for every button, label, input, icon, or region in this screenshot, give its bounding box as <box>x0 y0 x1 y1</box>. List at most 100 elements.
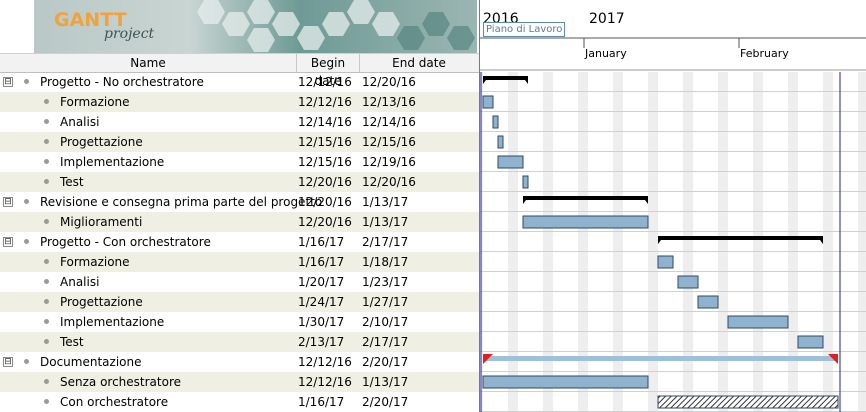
summary-bar <box>523 196 648 200</box>
task-name[interactable]: Formazione <box>60 92 130 112</box>
task-begin-date[interactable]: 12/12/16 <box>298 92 352 112</box>
task-name[interactable]: Progetto - No orchestratore <box>40 72 204 92</box>
task-name[interactable]: Documentazione <box>40 352 141 372</box>
task-end-date[interactable]: 1/27/17 <box>362 292 408 312</box>
task-table: GANTT project Name Begin date End date ⊟… <box>0 0 479 412</box>
task-begin-date[interactable]: 1/16/17 <box>298 232 344 252</box>
task-name[interactable]: Senza orchestratore <box>60 372 181 392</box>
task-name[interactable]: Progettazione <box>60 292 143 312</box>
milestone-label-piano-di-lavoro[interactable]: Piano di Lavoro <box>483 22 566 37</box>
task-end-date[interactable]: 2/20/17 <box>362 392 408 412</box>
task-end-date[interactable]: 1/13/17 <box>362 192 408 212</box>
task-name[interactable]: Formazione <box>60 252 130 272</box>
task-bar <box>797 335 824 349</box>
summary-bar <box>483 76 528 80</box>
task-bullet-icon <box>44 119 49 124</box>
task-name[interactable]: Test <box>60 172 84 192</box>
task-bar <box>727 315 789 329</box>
collapse-toggle-icon[interactable]: ⊟ <box>3 77 13 87</box>
task-name[interactable]: Implementazione <box>60 312 164 332</box>
task-end-date[interactable]: 2/20/17 <box>362 352 408 372</box>
task-bullet-icon <box>44 99 49 104</box>
collapse-toggle-icon[interactable]: ⊟ <box>3 197 13 207</box>
task-bar <box>522 215 649 229</box>
task-begin-date[interactable]: 12/20/16 <box>298 212 352 232</box>
table-row[interactable]: Test 2/13/17 2/17/17 <box>0 332 479 352</box>
task-bullet-icon <box>44 379 49 384</box>
task-name[interactable]: Analisi <box>60 112 99 132</box>
task-end-date[interactable]: 1/23/17 <box>362 272 408 292</box>
task-begin-date[interactable]: 12/14/16 <box>298 112 352 132</box>
task-begin-date[interactable]: 2/13/17 <box>298 332 344 352</box>
task-bar <box>497 155 524 169</box>
table-row[interactable]: ⊟ Revisione e consegna prima parte del pr… <box>0 192 479 212</box>
table-row[interactable]: Test 12/20/16 12/20/16 <box>0 172 479 192</box>
task-begin-date[interactable]: 12/12/16 <box>298 352 352 372</box>
task-end-date[interactable]: 12/19/16 <box>362 152 416 172</box>
task-bullet-icon <box>24 239 29 244</box>
task-name[interactable]: Test <box>60 332 84 352</box>
table-row[interactable]: Analisi 1/20/17 1/23/17 <box>0 272 479 292</box>
task-begin-date[interactable]: 1/30/17 <box>298 312 344 332</box>
table-row[interactable]: Analisi 12/14/16 12/14/16 <box>0 112 479 132</box>
task-end-date[interactable]: 1/18/17 <box>362 252 408 272</box>
task-begin-date[interactable]: 1/24/17 <box>298 292 344 312</box>
task-begin-date[interactable]: 1/20/17 <box>298 272 344 292</box>
collapse-toggle-icon[interactable]: ⊟ <box>3 237 13 247</box>
task-end-date[interactable]: 12/13/16 <box>362 92 416 112</box>
documentation-bar <box>483 356 838 361</box>
task-end-date[interactable]: 2/17/17 <box>362 232 408 252</box>
task-begin-date[interactable]: 12/20/16 <box>298 172 352 192</box>
task-end-date[interactable]: 12/20/16 <box>362 172 416 192</box>
task-begin-date[interactable]: 12/12/16 <box>298 372 352 392</box>
task-bullet-icon <box>44 279 49 284</box>
task-name[interactable]: Revisione e consegna prima parte del pro… <box>40 192 322 212</box>
task-bullet-icon <box>44 319 49 324</box>
task-end-date[interactable]: 2/17/17 <box>362 332 408 352</box>
table-row[interactable]: ⊟ Progetto - Con orchestratore 1/16/17 2/17… <box>0 232 479 252</box>
task-end-date[interactable]: 1/13/17 <box>362 372 408 392</box>
task-begin-date[interactable]: 1/16/17 <box>298 252 344 272</box>
task-name[interactable]: Analisi <box>60 272 99 292</box>
column-header-name[interactable]: Name <box>0 54 297 72</box>
table-row[interactable]: Con orchestratore 1/16/17 2/20/17 <box>0 392 479 412</box>
ganttproject-logo: GANTT project <box>34 0 477 53</box>
task-bullet-icon <box>44 179 49 184</box>
table-row[interactable]: Progettazione 12/15/16 12/15/16 <box>0 132 479 152</box>
column-header-begin-date[interactable]: Begin date <box>297 54 360 88</box>
logo-hexagon-pattern <box>197 0 475 52</box>
task-name[interactable]: Progetto - Con orchestratore <box>40 232 211 252</box>
task-bar <box>697 295 719 309</box>
table-row[interactable]: Implementazione 1/30/17 2/10/17 <box>0 312 479 332</box>
table-row[interactable]: Progettazione 1/24/17 1/27/17 <box>0 292 479 312</box>
column-header-end-date[interactable]: End date <box>360 54 478 72</box>
task-begin-date[interactable]: 12/20/16 <box>298 192 352 212</box>
task-bullet-icon <box>44 299 49 304</box>
task-name[interactable]: Implementazione <box>60 152 164 172</box>
task-begin-date[interactable]: 12/12/16 <box>298 72 352 92</box>
task-end-date[interactable]: 2/10/17 <box>362 312 408 332</box>
task-end-date[interactable]: 1/13/17 <box>362 212 408 232</box>
table-row[interactable]: ⊟ Documentazione 12/12/16 2/20/17 <box>0 352 479 372</box>
table-row[interactable]: Senza orchestratore 12/12/16 1/13/17 <box>0 372 479 392</box>
task-name[interactable]: Miglioramenti <box>60 212 142 232</box>
gantt-chart: 2016 2017 Piano di Lavoro January Februa… <box>479 0 866 412</box>
table-row[interactable]: Implementazione 12/15/16 12/19/16 <box>0 152 479 172</box>
task-bar-hatched <box>657 395 839 409</box>
year-label-2017: 2017 <box>589 11 625 27</box>
task-name[interactable]: Con orchestratore <box>60 392 168 412</box>
task-begin-date[interactable]: 12/15/16 <box>298 132 352 152</box>
task-begin-date[interactable]: 1/16/17 <box>298 392 344 412</box>
table-row[interactable]: Miglioramenti 12/20/16 1/13/17 <box>0 212 479 232</box>
task-end-date[interactable]: 12/20/16 <box>362 72 416 92</box>
collapse-toggle-icon[interactable]: ⊟ <box>3 357 13 367</box>
task-end-date[interactable]: 12/15/16 <box>362 132 416 152</box>
task-begin-date[interactable]: 12/15/16 <box>298 152 352 172</box>
task-bullet-icon <box>44 339 49 344</box>
table-row[interactable]: Formazione 1/16/17 1/18/17 <box>0 252 479 272</box>
task-bullet-icon <box>44 219 49 224</box>
table-row[interactable]: Formazione 12/12/16 12/13/16 <box>0 92 479 112</box>
task-end-date[interactable]: 12/14/16 <box>362 112 416 132</box>
table-row[interactable]: ⊟ Progetto - No orchestratore 12/12/16 12/2… <box>0 72 479 92</box>
task-name[interactable]: Progettazione <box>60 132 143 152</box>
